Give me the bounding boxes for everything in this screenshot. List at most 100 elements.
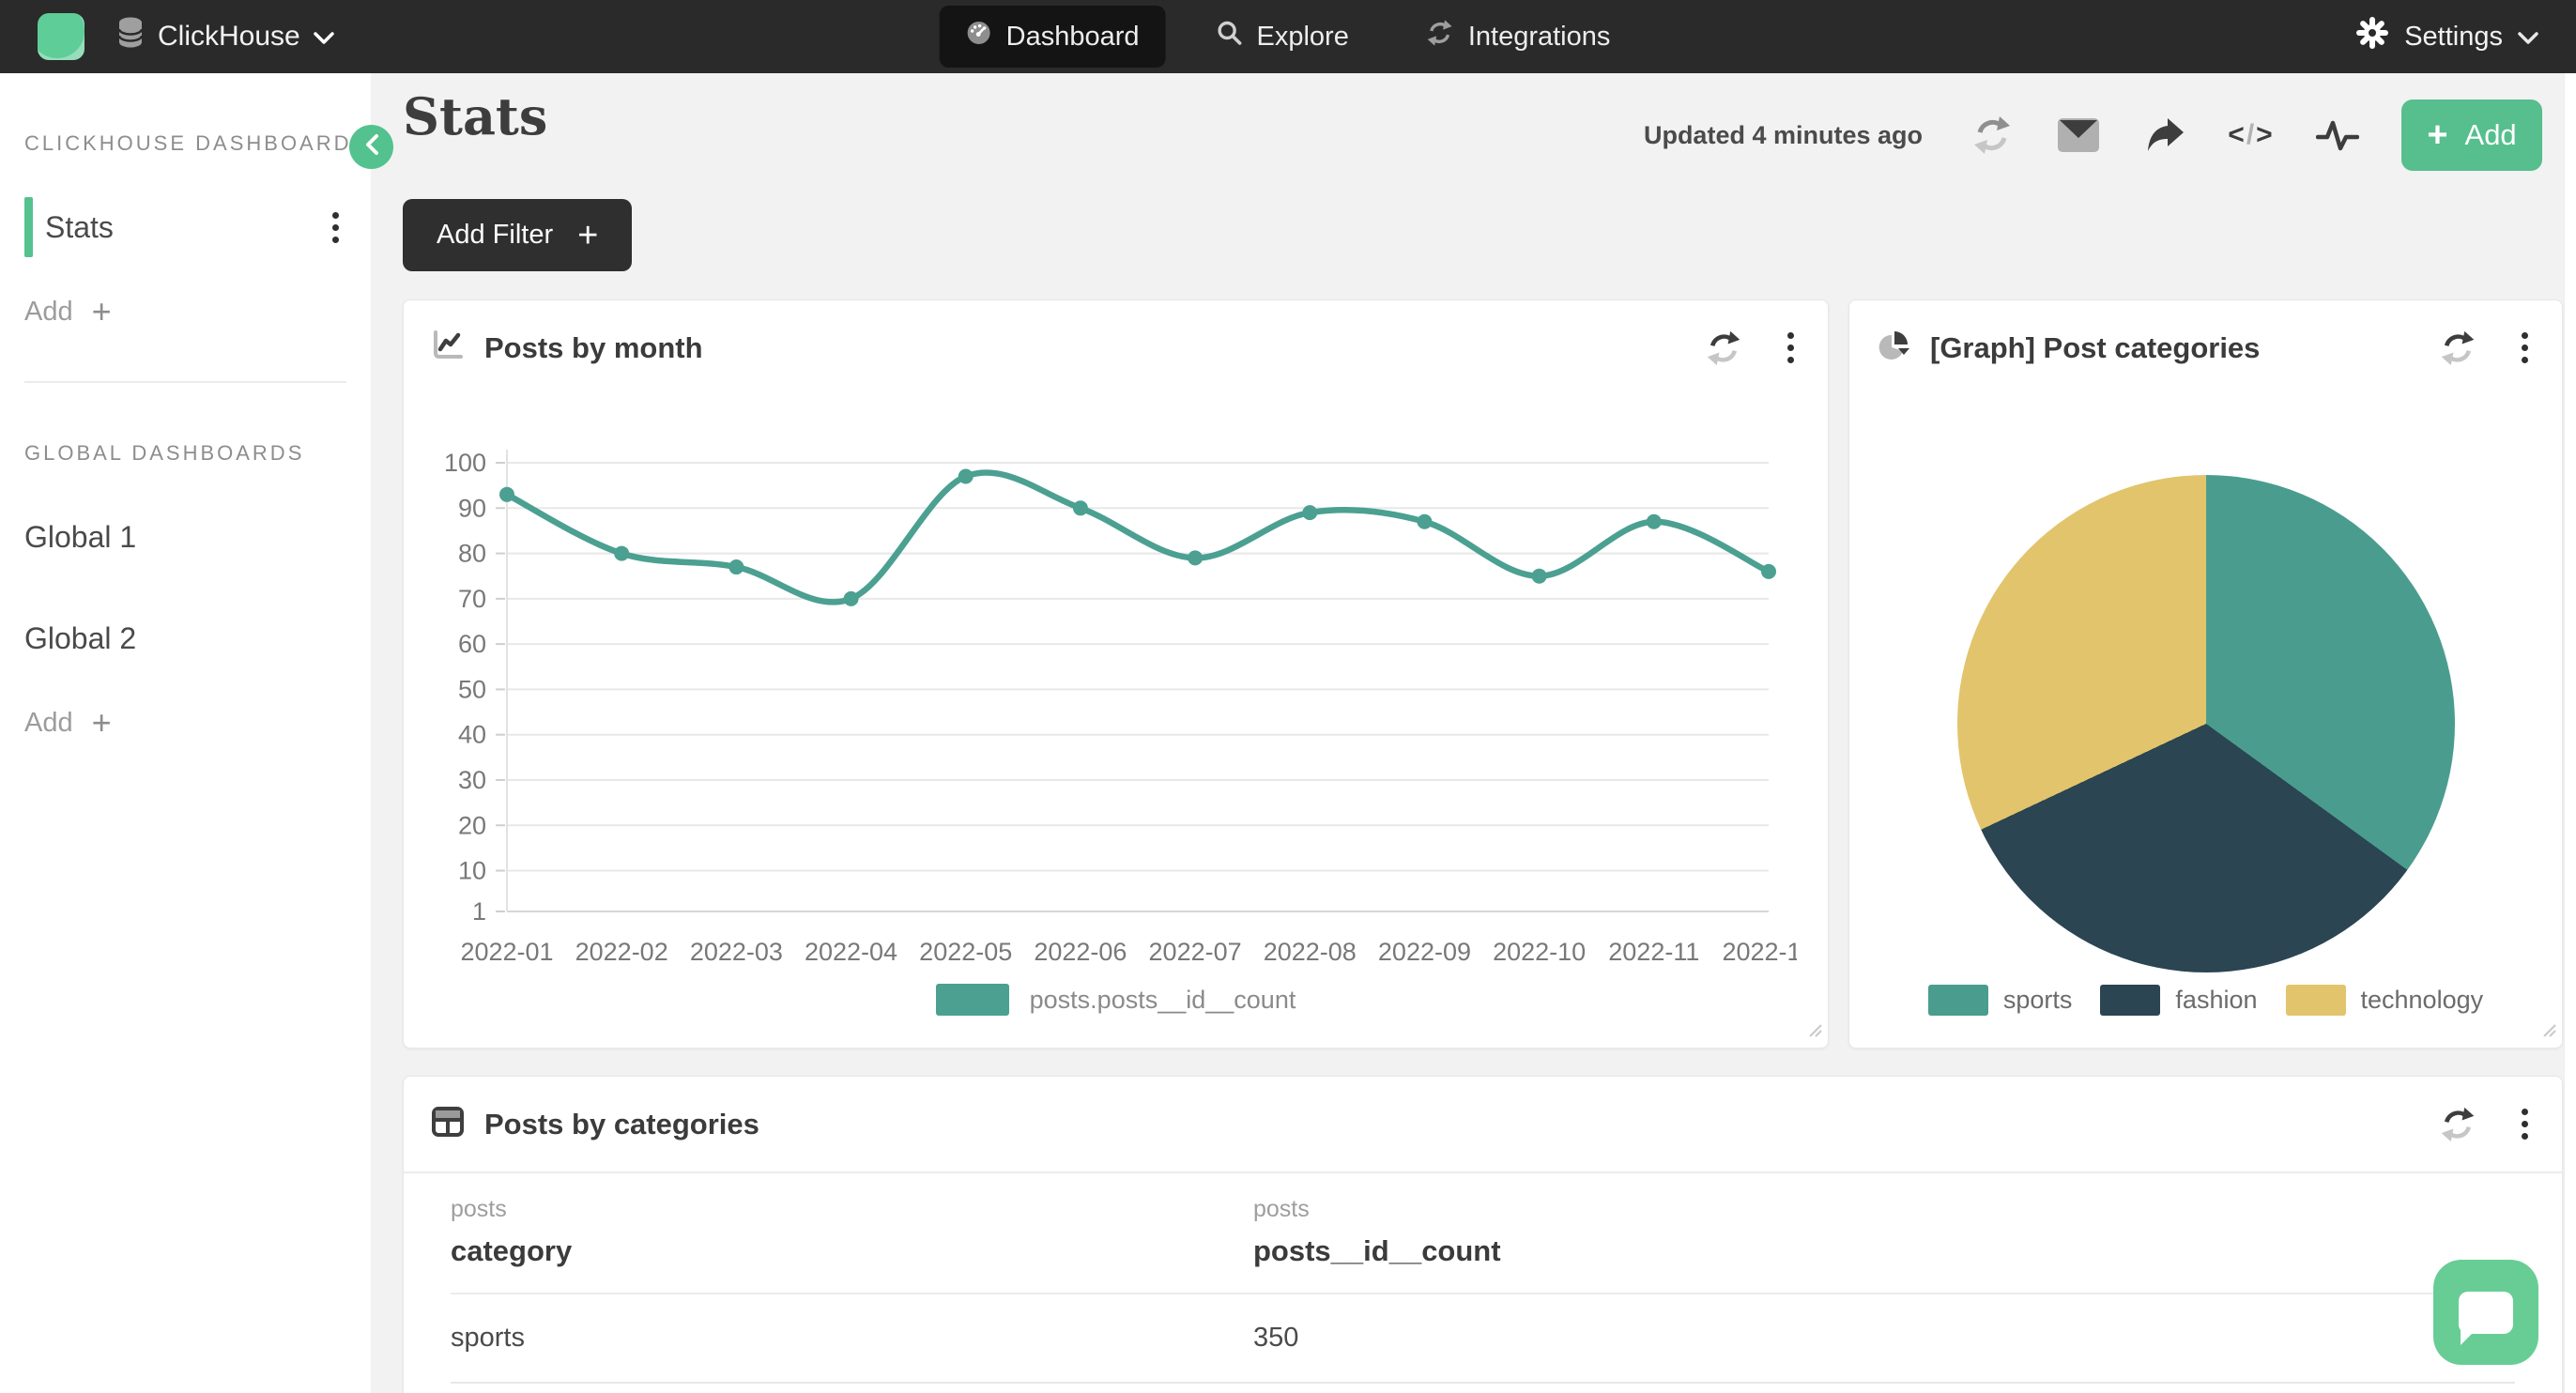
legend-swatch bbox=[2286, 985, 2346, 1016]
updated-timestamp: Updated 4 minutes ago bbox=[1644, 121, 1923, 150]
column-group-label: posts bbox=[1253, 1196, 2515, 1223]
scrollbar[interactable] bbox=[2564, 73, 2576, 1393]
line-series-point[interactable] bbox=[614, 546, 629, 561]
line-series-point[interactable] bbox=[1647, 514, 1662, 529]
database-selector[interactable]: ClickHouse bbox=[116, 17, 334, 56]
data-table: postscategorypostsposts__id__count sport… bbox=[404, 1173, 2562, 1393]
legend-swatch bbox=[1928, 985, 1988, 1016]
resize-handle-icon[interactable] bbox=[2541, 1022, 2556, 1042]
line-series-point[interactable] bbox=[1073, 500, 1088, 515]
plus-icon: + bbox=[92, 295, 112, 329]
x-axis-label: 2022-09 bbox=[1378, 938, 1471, 966]
email-icon[interactable] bbox=[2056, 113, 2101, 158]
plus-icon: + bbox=[2427, 117, 2447, 153]
line-chart-icon bbox=[430, 328, 466, 368]
x-axis-label: 2022-07 bbox=[1149, 938, 1242, 966]
x-axis-label: 2022-04 bbox=[805, 938, 897, 966]
refresh-card-button[interactable] bbox=[2435, 1102, 2480, 1147]
line-series-point[interactable] bbox=[1417, 514, 1432, 529]
settings-menu[interactable]: Settings bbox=[2355, 16, 2538, 57]
refresh-card-button[interactable] bbox=[2435, 326, 2480, 371]
kebab-menu-icon[interactable] bbox=[2514, 325, 2536, 371]
tab-explore[interactable]: Explore bbox=[1190, 6, 1375, 68]
y-axis-label: 40 bbox=[458, 721, 486, 749]
y-axis-label: 100 bbox=[444, 449, 486, 477]
add-filter-label: Add Filter bbox=[437, 220, 553, 251]
card-title: Posts by month bbox=[484, 331, 703, 365]
chat-widget-button[interactable] bbox=[2433, 1260, 2538, 1365]
plus-icon: + bbox=[92, 706, 112, 740]
line-series-point[interactable] bbox=[499, 487, 514, 502]
column-group-label: posts bbox=[451, 1196, 1253, 1223]
main-content: Stats Updated 4 minutes ago </> bbox=[371, 73, 2576, 1393]
sidebar: CLICKHOUSE DASHBOARDS Stats Add + GLOBAL… bbox=[0, 73, 371, 1393]
resize-handle-icon[interactable] bbox=[1807, 1022, 1822, 1042]
chevron-left-icon bbox=[364, 133, 379, 161]
y-axis-label: 60 bbox=[458, 630, 486, 658]
refresh-card-button[interactable] bbox=[1701, 326, 1746, 371]
add-label: Add bbox=[24, 708, 73, 739]
x-axis-label: 2022-08 bbox=[1264, 938, 1357, 966]
line-series-point[interactable] bbox=[728, 559, 744, 574]
line-chart-svg: 10090807060504030201012022-012022-022022… bbox=[424, 436, 1797, 1000]
share-icon[interactable] bbox=[2142, 113, 2187, 158]
sidebar-item-stats[interactable]: Stats bbox=[24, 197, 346, 257]
sidebar-section-title: CLICKHOUSE DASHBOARDS bbox=[24, 131, 371, 156]
pie-legend-item[interactable]: fashion bbox=[2100, 985, 2257, 1016]
sync-icon bbox=[1426, 19, 1454, 54]
table-row: fashion330 bbox=[451, 1384, 2515, 1393]
table-cell: 350 bbox=[1253, 1294, 2515, 1382]
table-cell: 330 bbox=[1253, 1384, 2515, 1393]
line-series-point[interactable] bbox=[844, 591, 859, 606]
line-series bbox=[507, 472, 1769, 602]
pie-chart[interactable] bbox=[1957, 475, 2455, 972]
tab-dashboard[interactable]: Dashboard bbox=[940, 6, 1166, 68]
gauge-icon bbox=[966, 20, 992, 54]
line-chart-legend[interactable]: posts.posts__id__count bbox=[404, 984, 1828, 1016]
pie-legend-item[interactable]: sports bbox=[1928, 985, 2073, 1016]
add-filter-button[interactable]: Add Filter + bbox=[403, 199, 632, 271]
line-series-point[interactable] bbox=[1302, 505, 1317, 520]
chevron-down-icon bbox=[314, 21, 334, 53]
legend-label: posts.posts__id__count bbox=[1030, 986, 1296, 1015]
line-series-point[interactable] bbox=[1532, 569, 1547, 584]
sidebar-item-global-2[interactable]: Global 2 bbox=[24, 608, 346, 668]
sidebar-item-global-1[interactable]: Global 1 bbox=[24, 507, 346, 567]
card-title: Posts by categories bbox=[484, 1108, 759, 1141]
card-title: [Graph] Post categories bbox=[1930, 331, 2260, 365]
app-logo[interactable] bbox=[38, 13, 84, 60]
kebab-menu-icon[interactable] bbox=[325, 205, 346, 251]
refresh-dashboard-button[interactable] bbox=[1970, 113, 2015, 158]
sidebar-section-title-global: GLOBAL DASHBOARDS bbox=[24, 441, 371, 466]
line-series-point[interactable] bbox=[1188, 550, 1203, 565]
pie-legend-item[interactable]: technology bbox=[2286, 985, 2484, 1016]
column-name-label: posts__id__count bbox=[1253, 1234, 2515, 1268]
sidebar-item-label: Stats bbox=[45, 210, 114, 245]
tab-integrations[interactable]: Integrations bbox=[1400, 5, 1637, 69]
line-series-point[interactable] bbox=[958, 468, 974, 483]
kebab-menu-icon[interactable] bbox=[2514, 1101, 2536, 1147]
top-nav: ClickHouse Dashboard bbox=[0, 0, 2576, 73]
table-column-header: posts posts__id__count bbox=[1253, 1196, 2515, 1268]
kebab-menu-icon[interactable] bbox=[1780, 325, 1802, 371]
activity-pulse-icon[interactable] bbox=[2315, 113, 2360, 158]
x-axis-label: 2022-10 bbox=[1493, 938, 1586, 966]
speech-bubble-icon bbox=[2459, 1292, 2513, 1334]
sidebar-add-dashboard[interactable]: Add + bbox=[24, 295, 346, 329]
x-axis-label: 2022-01 bbox=[460, 938, 553, 966]
settings-label: Settings bbox=[2404, 22, 2503, 53]
add-button-label: Add bbox=[2465, 118, 2517, 152]
embed-code-icon[interactable]: </> bbox=[2229, 113, 2274, 158]
x-axis-label: 2022-06 bbox=[1034, 938, 1127, 966]
table-body: sports350fashion330 bbox=[451, 1294, 2515, 1393]
database-icon bbox=[116, 17, 145, 56]
line-series-point[interactable] bbox=[1761, 564, 1776, 579]
sidebar-add-global-dashboard[interactable]: Add + bbox=[24, 706, 346, 740]
x-axis-label: 2022-03 bbox=[690, 938, 783, 966]
add-widget-button[interactable]: + Add bbox=[2401, 100, 2542, 171]
legend-label: sports bbox=[2003, 986, 2073, 1015]
y-axis-label: 90 bbox=[458, 494, 486, 522]
tab-dashboard-label: Dashboard bbox=[1006, 22, 1140, 53]
page-title: Stats bbox=[403, 86, 547, 146]
sidebar-collapse-button[interactable] bbox=[349, 125, 393, 169]
